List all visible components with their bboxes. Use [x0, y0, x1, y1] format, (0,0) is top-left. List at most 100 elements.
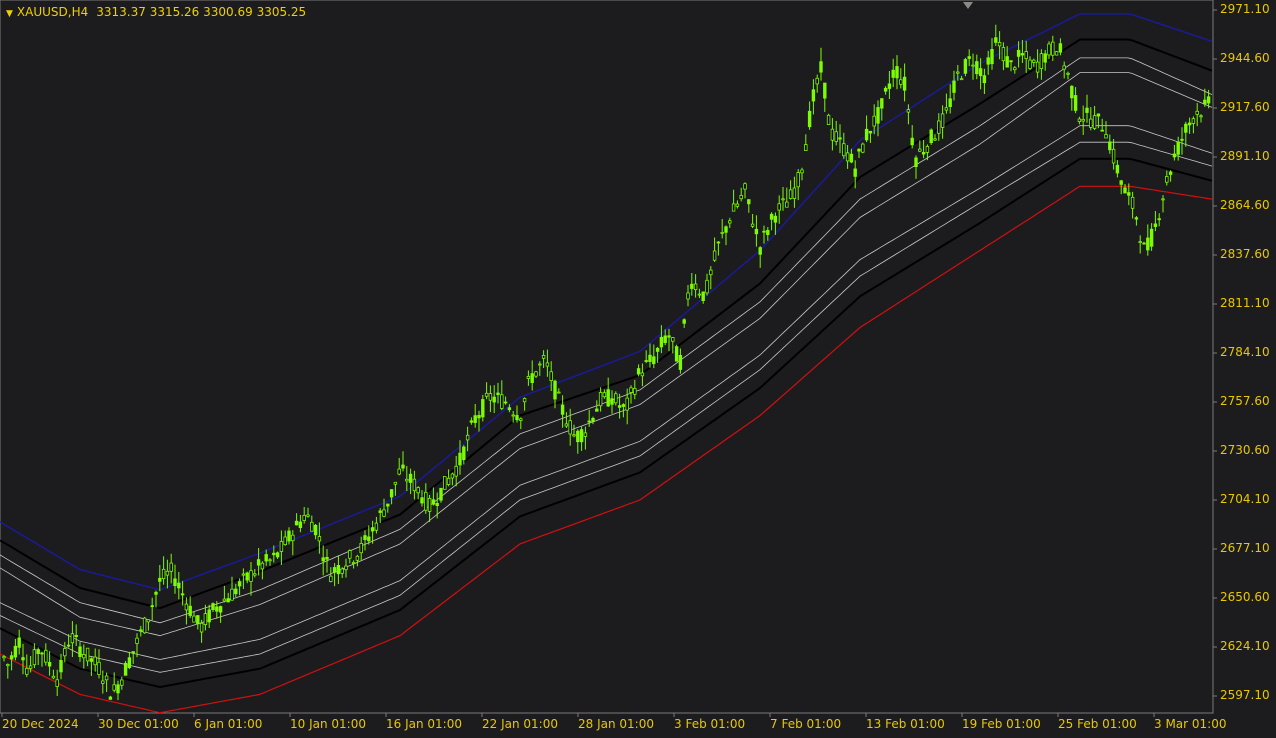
candle — [169, 553, 173, 584]
candle-body — [925, 146, 930, 153]
candle-body — [78, 646, 82, 658]
candle-body — [807, 110, 812, 128]
candle-body — [1119, 180, 1123, 185]
candle — [139, 625, 143, 637]
candle-body — [583, 432, 588, 437]
candle-body — [431, 499, 436, 505]
candle — [496, 382, 500, 404]
candle — [785, 187, 789, 208]
candle — [587, 409, 591, 427]
candle-body — [359, 543, 363, 554]
candle — [830, 118, 835, 151]
candle — [1092, 106, 1097, 131]
candle-body — [108, 696, 113, 700]
candle — [576, 429, 580, 454]
candle — [431, 487, 436, 506]
candle — [180, 580, 185, 606]
candle-body — [606, 389, 610, 407]
candle-body — [275, 552, 280, 558]
candle-body — [758, 247, 762, 255]
candle-body — [32, 649, 37, 666]
candle-body — [686, 292, 690, 300]
candle-body — [720, 231, 724, 234]
candle-body — [321, 557, 325, 562]
candle-body — [63, 648, 67, 657]
candle — [211, 602, 215, 612]
candle-body — [1149, 228, 1154, 247]
candle — [606, 377, 610, 407]
candle — [758, 246, 762, 268]
candle — [329, 567, 333, 583]
candle — [861, 142, 865, 154]
candle-body — [1051, 41, 1055, 56]
candle — [51, 669, 56, 680]
candle-body — [435, 502, 439, 506]
candle-body — [883, 87, 888, 92]
candle-body — [648, 354, 652, 363]
candle-body — [515, 415, 519, 421]
candle-body — [412, 478, 417, 492]
candle-body — [1013, 67, 1017, 71]
candle-body — [488, 393, 493, 401]
candle-body — [579, 429, 584, 443]
candle-body — [306, 514, 310, 517]
candle-body — [937, 120, 941, 134]
candle — [887, 71, 892, 99]
candle — [1104, 121, 1108, 139]
candle — [363, 530, 367, 551]
candle-body — [241, 573, 246, 576]
candle-body — [709, 269, 713, 276]
candle-body — [906, 109, 911, 113]
candle — [781, 187, 785, 211]
candle-body — [522, 398, 527, 403]
candle-body — [1157, 218, 1161, 221]
candle — [614, 391, 618, 406]
candle — [777, 195, 781, 224]
price-tick-label: 2811.10 — [1220, 296, 1270, 310]
candle — [249, 562, 253, 596]
chart-shift-marker-icon[interactable] — [963, 2, 973, 9]
candle — [629, 385, 633, 404]
candle — [690, 273, 694, 296]
candle-body — [1206, 96, 1211, 104]
candle — [154, 590, 158, 608]
candle — [199, 619, 204, 643]
candle-body — [701, 291, 705, 301]
candle-body — [9, 655, 14, 660]
candle-body — [226, 598, 230, 603]
candle-body — [401, 464, 405, 469]
candle — [872, 104, 876, 135]
candle-body — [397, 468, 401, 475]
candle-body — [51, 675, 56, 679]
candle — [826, 113, 831, 126]
candle — [481, 394, 485, 422]
candle — [659, 325, 664, 354]
candle-body — [85, 647, 90, 662]
band-inner-bot-dark — [0, 157, 1213, 689]
candle-body — [1077, 118, 1082, 122]
candle — [1165, 170, 1169, 186]
candle — [579, 426, 584, 451]
candle-body — [25, 668, 29, 675]
candle — [796, 169, 800, 201]
candle — [97, 649, 101, 679]
candle-body — [728, 220, 732, 224]
candle — [990, 38, 994, 70]
dropdown-triangle-icon[interactable]: ▼ — [6, 9, 13, 19]
chart-window[interactable]: ▼ XAUUSD,H4 3313.37 3315.26 3300.69 3305.2… — [0, 0, 1276, 738]
candle-body — [1165, 176, 1169, 183]
candle — [564, 412, 569, 428]
candle-body — [351, 562, 356, 565]
candle — [591, 416, 595, 425]
price-chart-plot[interactable] — [0, 0, 1276, 738]
candle-body — [959, 78, 964, 81]
candle-body — [203, 613, 208, 625]
candle — [522, 397, 527, 411]
candle — [986, 50, 990, 75]
candle — [716, 241, 721, 256]
candle — [446, 469, 451, 487]
candle-body — [541, 354, 546, 359]
candle-body — [355, 555, 360, 561]
price-tick-label: 2864.60 — [1220, 198, 1270, 212]
candle-body — [298, 521, 303, 528]
